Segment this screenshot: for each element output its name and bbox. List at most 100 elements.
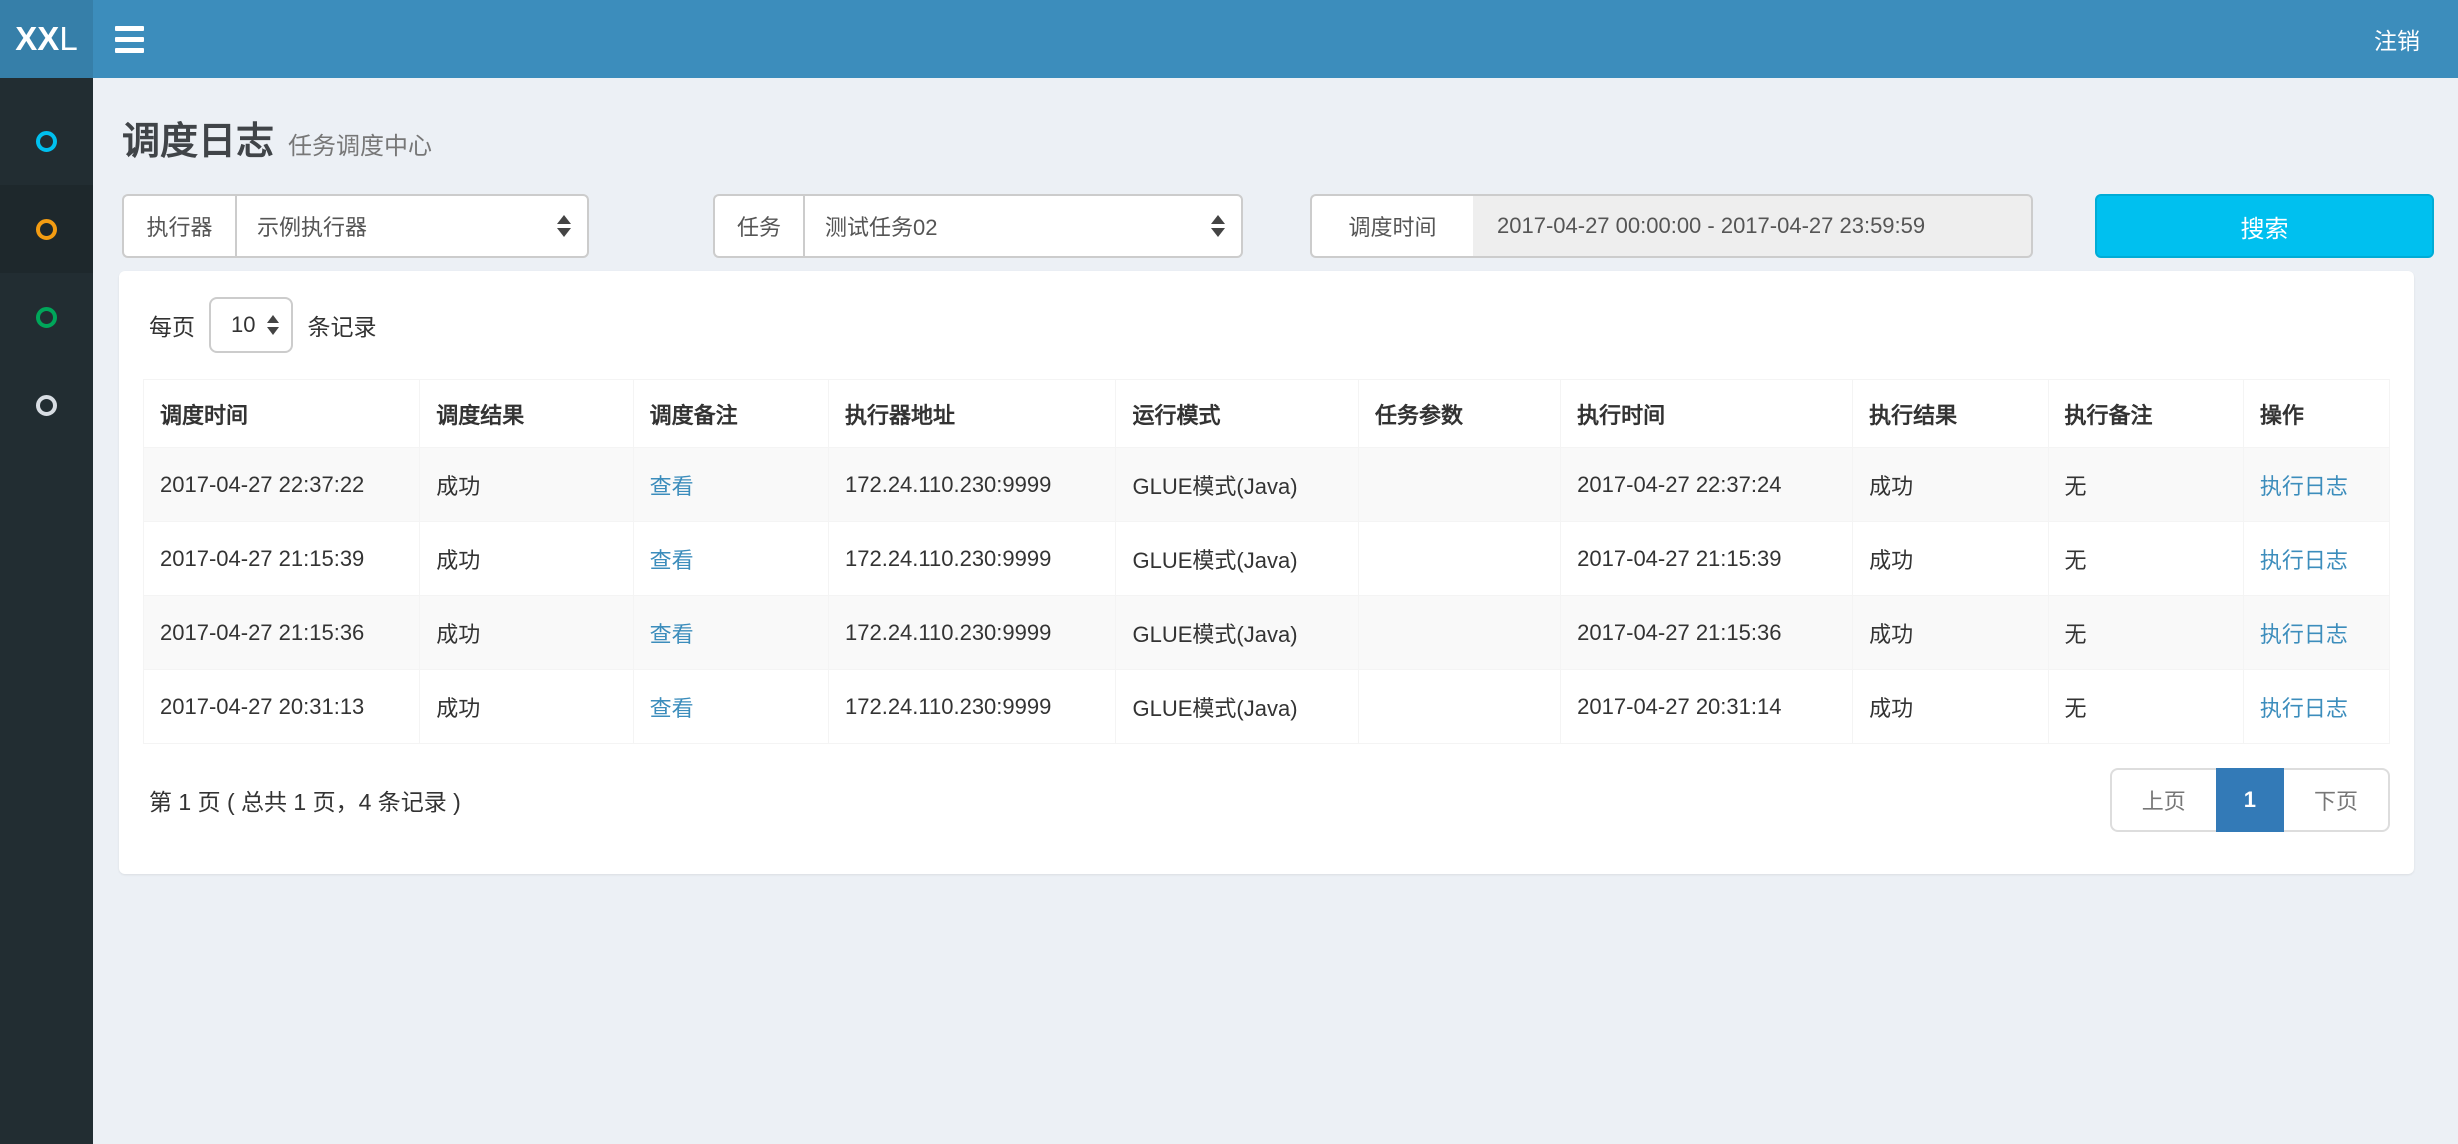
time-filter-group: 调度时间	[1310, 194, 2033, 258]
col-header-run-mode: 运行模式	[1116, 380, 1359, 448]
col-header-trigger-result: 调度结果	[420, 380, 633, 448]
view-trigger-msg-link[interactable]: 查看	[650, 622, 694, 647]
top-navbar: XXL 注销	[0, 0, 2458, 78]
table-row: 2017-04-27 21:15:36 成功 查看 172.24.110.230…	[144, 596, 2390, 670]
page-header: 调度日志 任务调度中心	[93, 78, 2458, 165]
cell-job-param	[1359, 670, 1561, 744]
cell-handle-time: 2017-04-27 22:37:24	[1561, 448, 1853, 522]
sidebar-item-4[interactable]	[0, 361, 93, 449]
pagination-summary: 第 1 页 ( 总共 1 页，4 条记录 )	[149, 783, 461, 817]
hamburger-icon	[115, 48, 144, 53]
col-header-executor-address: 执行器地址	[829, 380, 1116, 448]
exec-log-link[interactable]: 执行日志	[2260, 696, 2348, 721]
page-size-prefix: 每页	[149, 308, 195, 342]
search-button[interactable]: 搜索	[2095, 194, 2434, 258]
page-size-select[interactable]: 10	[209, 297, 293, 353]
executor-filter-label: 执行器	[122, 194, 235, 258]
col-header-handle-time: 执行时间	[1561, 380, 1853, 448]
view-trigger-msg-link[interactable]: 查看	[650, 696, 694, 721]
view-trigger-msg-link[interactable]: 查看	[650, 548, 694, 573]
page-size-value: 10	[231, 312, 255, 338]
cell-job-param	[1359, 596, 1561, 670]
logout-link[interactable]: 注销	[2364, 22, 2430, 56]
cell-handle-result: 成功	[1853, 670, 2048, 744]
executor-filter-group: 执行器 示例执行器	[122, 194, 589, 258]
time-filter-label: 调度时间	[1310, 194, 1473, 258]
circle-icon	[36, 219, 57, 240]
select-arrows-icon	[1211, 215, 1225, 237]
filter-bar: 执行器 示例执行器 任务 测试任务02 调度时间 搜索	[93, 194, 2458, 258]
cell-run-mode: GLUE模式(Java)	[1116, 670, 1359, 744]
logo-light-text: L	[59, 20, 77, 58]
cell-handle-time: 2017-04-27 21:15:36	[1561, 596, 1853, 670]
cell-job-param	[1359, 522, 1561, 596]
col-header-trigger-msg: 调度备注	[633, 380, 828, 448]
circle-icon	[36, 395, 57, 416]
executor-select-value: 示例执行器	[257, 210, 367, 242]
select-arrows-icon	[267, 315, 279, 335]
col-header-handle-msg: 执行备注	[2048, 380, 2243, 448]
col-header-job-param: 任务参数	[1359, 380, 1561, 448]
page-subtitle: 任务调度中心	[288, 126, 432, 161]
cell-run-mode: GLUE模式(Java)	[1116, 522, 1359, 596]
view-trigger-msg-link[interactable]: 查看	[650, 474, 694, 499]
exec-log-link[interactable]: 执行日志	[2260, 622, 2348, 647]
circle-icon	[36, 131, 57, 152]
app-logo[interactable]: XXL	[0, 0, 93, 78]
main-content: 调度日志 任务调度中心 执行器 示例执行器 任务 测试任务02 调度时间 搜索	[93, 78, 2458, 1144]
prev-page-button[interactable]: 上页	[2110, 768, 2216, 832]
cell-handle-time: 2017-04-27 21:15:39	[1561, 522, 1853, 596]
cell-handle-result: 成功	[1853, 448, 2048, 522]
col-header-action: 操作	[2243, 380, 2389, 448]
time-range-input[interactable]	[1473, 194, 2033, 258]
next-page-button[interactable]: 下页	[2284, 768, 2390, 832]
page-size-row: 每页 10 条记录	[143, 293, 2390, 353]
table-row: 2017-04-27 20:31:13 成功 查看 172.24.110.230…	[144, 670, 2390, 744]
table-header-row: 调度时间 调度结果 调度备注 执行器地址 运行模式 任务参数 执行时间 执行结果…	[144, 380, 2390, 448]
cell-trigger-result: 成功	[420, 670, 633, 744]
cell-trigger-result: 成功	[420, 596, 633, 670]
current-page-button[interactable]: 1	[2216, 768, 2284, 832]
log-panel: 每页 10 条记录 调度时间 调度结果 调度备注 执行器地址 运行模式 任务参数…	[119, 271, 2414, 874]
cell-job-param	[1359, 448, 1561, 522]
cell-trigger-time: 2017-04-27 20:31:13	[144, 670, 420, 744]
cell-handle-msg: 无	[2048, 670, 2243, 744]
executor-select[interactable]: 示例执行器	[235, 194, 589, 258]
cell-executor-address: 172.24.110.230:9999	[829, 522, 1116, 596]
cell-executor-address: 172.24.110.230:9999	[829, 448, 1116, 522]
cell-trigger-result: 成功	[420, 522, 633, 596]
circle-icon	[36, 307, 57, 328]
sidebar-toggle-button[interactable]	[93, 0, 165, 78]
cell-trigger-time: 2017-04-27 21:15:39	[144, 522, 420, 596]
pagination-row: 第 1 页 ( 总共 1 页，4 条记录 ) 上页 1 下页	[143, 768, 2390, 832]
col-header-handle-result: 执行结果	[1853, 380, 2048, 448]
dispatch-log-table: 调度时间 调度结果 调度备注 执行器地址 运行模式 任务参数 执行时间 执行结果…	[143, 379, 2390, 744]
exec-log-link[interactable]: 执行日志	[2260, 474, 2348, 499]
sidebar-item-1[interactable]	[0, 97, 93, 185]
job-filter-label: 任务	[713, 194, 803, 258]
page-size-suffix: 条记录	[307, 308, 376, 342]
col-header-trigger-time: 调度时间	[144, 380, 420, 448]
job-filter-group: 任务 测试任务02	[713, 194, 1243, 258]
cell-handle-msg: 无	[2048, 596, 2243, 670]
sidebar	[0, 78, 93, 1144]
sidebar-item-2-active[interactable]	[0, 185, 93, 273]
cell-handle-msg: 无	[2048, 448, 2243, 522]
cell-trigger-time: 2017-04-27 21:15:36	[144, 596, 420, 670]
pager: 上页 1 下页	[2110, 768, 2390, 832]
cell-handle-msg: 无	[2048, 522, 2243, 596]
logo-bold-text: XX	[15, 20, 59, 58]
cell-handle-result: 成功	[1853, 596, 2048, 670]
job-select[interactable]: 测试任务02	[803, 194, 1243, 258]
cell-run-mode: GLUE模式(Java)	[1116, 596, 1359, 670]
table-row: 2017-04-27 22:37:22 成功 查看 172.24.110.230…	[144, 448, 2390, 522]
page-title: 调度日志	[122, 110, 274, 165]
sidebar-item-3[interactable]	[0, 273, 93, 361]
cell-executor-address: 172.24.110.230:9999	[829, 670, 1116, 744]
cell-trigger-time: 2017-04-27 22:37:22	[144, 448, 420, 522]
table-row: 2017-04-27 21:15:39 成功 查看 172.24.110.230…	[144, 522, 2390, 596]
cell-handle-time: 2017-04-27 20:31:14	[1561, 670, 1853, 744]
select-arrows-icon	[557, 215, 571, 237]
exec-log-link[interactable]: 执行日志	[2260, 548, 2348, 573]
cell-run-mode: GLUE模式(Java)	[1116, 448, 1359, 522]
